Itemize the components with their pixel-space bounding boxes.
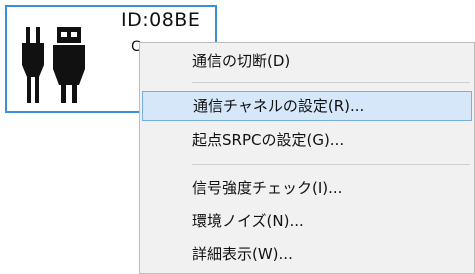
menu-separator bbox=[192, 82, 470, 83]
menu-item-signal-strength-check[interactable]: 信号強度チェック(I)... bbox=[142, 173, 472, 203]
menu-item-channel-settings[interactable]: 通信チャネルの設定(R)... bbox=[142, 91, 472, 121]
menu-item-detail-view[interactable]: 詳細表示(W)... bbox=[142, 239, 472, 269]
plug-connector-icon bbox=[22, 27, 85, 103]
context-menu: 通信の切断(D) 通信チャネルの設定(R)... 起点SRPCの設定(G)...… bbox=[139, 42, 475, 274]
menu-separator bbox=[192, 164, 470, 165]
screen: ID:08BE C 通信の切断(D) 通信チャネルの設定(R)... 起点SRP… bbox=[0, 0, 475, 274]
menu-item-environment-noise[interactable]: 環境ノイズ(N)... bbox=[142, 206, 472, 236]
menu-item-disconnect[interactable]: 通信の切断(D) bbox=[142, 46, 472, 76]
menu-item-origin-srpc-settings[interactable]: 起点SRPCの設定(G)... bbox=[142, 125, 472, 155]
device-id-label: ID:08BE bbox=[121, 9, 201, 31]
